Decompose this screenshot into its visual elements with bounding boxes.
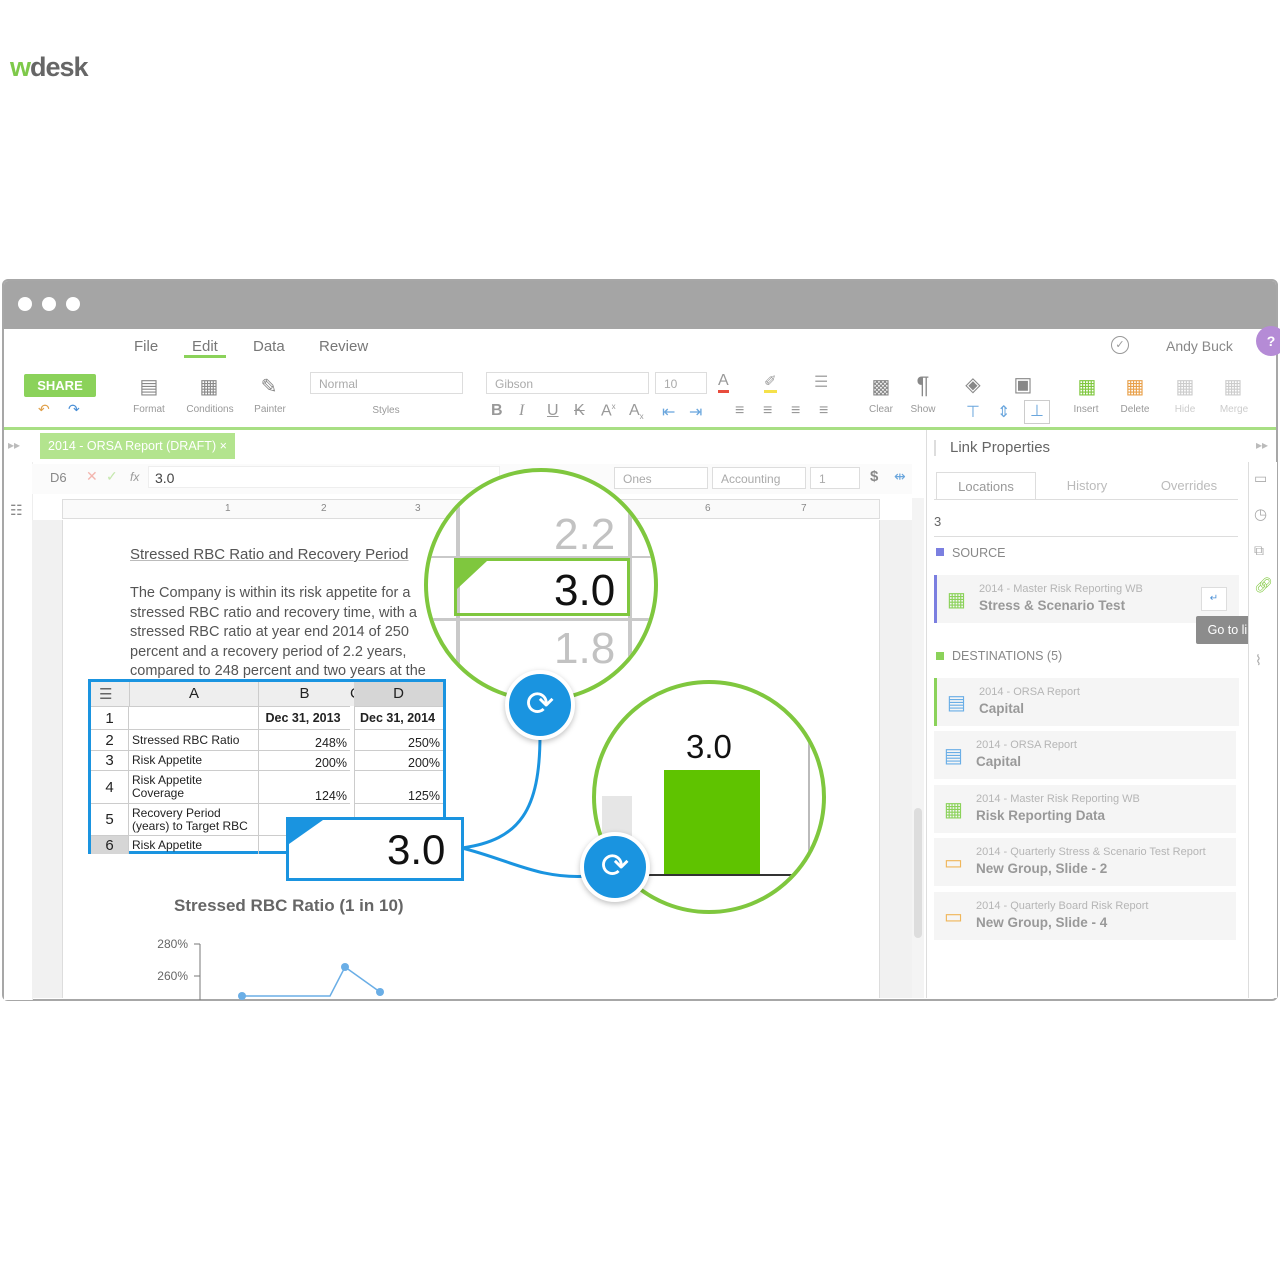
destination-card[interactable]: ▤ 2014 - ORSA Report Capital [934,678,1239,726]
linked-cell-callout: 3.0 [286,817,464,881]
connector-line [461,846,591,879]
destinations-marker [936,652,944,660]
sync-icon[interactable]: ⟳ [580,832,650,902]
source-card[interactable]: ▦ 2014 - Master Risk Reporting WB Stress… [934,575,1239,623]
destination-card[interactable]: ▭ 2014 - Quarterly Board Risk Report New G… [934,892,1236,940]
destinations-label: DESTINATIONS (5) [952,649,1063,663]
document-icon: ▦ [944,799,963,821]
destination-name: New Group, Slide - 2 [976,861,1108,876]
document-icon: ▭ [944,852,963,874]
zoom-callout-cells: 2.2 3.0 1.8 [424,468,658,702]
document-icon: ▤ [944,745,963,767]
destination-name: Capital [979,701,1025,716]
source-label: SOURCE [952,546,1006,560]
destination-title: 2014 - Quarterly Board Risk Report [976,900,1149,912]
destination-card[interactable]: ▭ 2014 - Quarterly Stress & Scenario Test… [934,838,1236,886]
inbox-icon[interactable]: ▭ [1254,470,1267,487]
attachment-icon[interactable]: ⌇ [1255,652,1262,669]
zoom-gridline [428,618,654,621]
chart-bar [664,770,760,876]
panel-grip [934,440,936,456]
link-corner-icon [289,820,323,844]
destination-name: Risk Reporting Data [976,808,1106,823]
link-corner-icon [457,561,487,589]
destination-title: 2014 - Master Risk Reporting WB [976,793,1140,805]
destination-card[interactable]: ▦ 2014 - Master Risk Reporting WB Risk Rep… [934,785,1236,833]
sync-icon[interactable]: ⟳ [505,670,575,740]
chart-gridline [808,684,810,876]
connector-line [461,734,542,850]
tab-history[interactable]: History [1038,472,1136,499]
destination-name: Capital [976,754,1022,769]
tab-locations[interactable]: Locations [936,472,1036,500]
tab-divider [934,499,1238,500]
source-marker [936,548,944,556]
history-icon[interactable]: ◷ [1254,505,1267,523]
destination-title: 2014 - ORSA Report [979,686,1080,698]
spreadsheet-icon: ▦ [947,589,966,611]
destination-title: 2014 - Quarterly Stress & Scenario Test … [976,846,1206,858]
panel-title: Link Properties [950,439,1051,456]
linked-cell-value: 3.0 [387,826,446,873]
zoom-value-above: 2.2 [554,510,616,559]
source-title: 2014 - Master Risk Reporting WB [979,583,1143,595]
tab-overrides[interactable]: Overrides [1140,472,1238,499]
search-input[interactable]: 3 [934,514,1238,537]
bar-value-label: 3.0 [686,728,732,765]
go-to-link-button[interactable]: ↵ [1201,587,1227,611]
zoom-value-below: 1.8 [554,624,616,673]
destination-card[interactable]: ▤ 2014 - ORSA Report Capital [934,731,1236,779]
document-icon: ▤ [947,692,966,714]
document-icon: ▭ [944,906,963,928]
destination-title: 2014 - ORSA Report [976,739,1077,751]
copy-icon[interactable]: ⧉ [1254,542,1264,559]
zoom-value-linked: 3.0 [554,566,616,615]
destination-name: New Group, Slide - 4 [976,915,1108,930]
collapse-panel-icon[interactable]: ▸▸ [1256,438,1268,452]
source-name: Stress & Scenario Test [979,598,1126,613]
link-icon[interactable]: 🔗︎ [1254,576,1273,594]
